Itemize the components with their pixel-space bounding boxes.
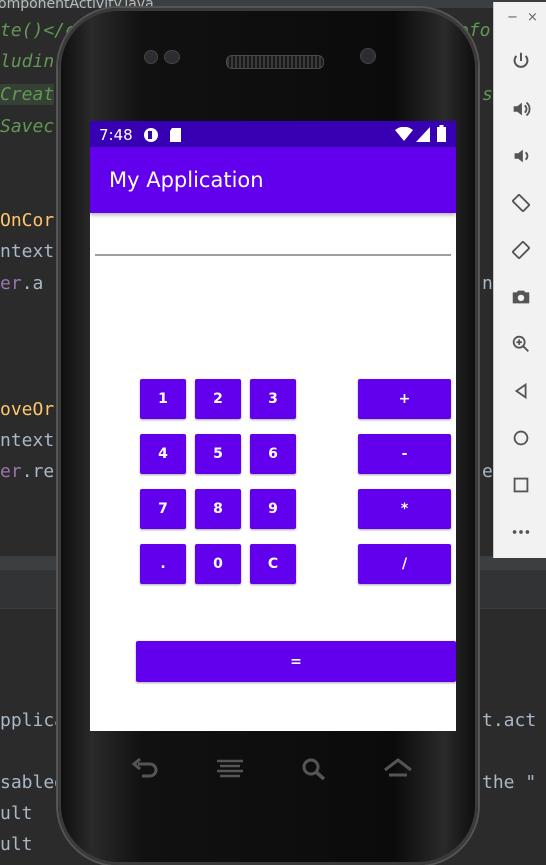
camera-icon[interactable] [508,284,534,310]
code-line: Savec [0,116,55,137]
back-icon[interactable] [508,378,534,404]
notification-icon [143,127,159,147]
power-icon[interactable] [508,48,534,74]
search-nav-icon[interactable] [296,753,332,785]
volume-down-icon[interactable] [508,143,534,169]
window-controls: − × [494,10,546,32]
app-title: My Application [109,168,264,192]
key-9-button[interactable]: 9 [250,489,296,529]
home-icon[interactable] [508,425,534,451]
code-line: te()</c [0,20,76,41]
home-nav-icon[interactable] [380,753,416,785]
code-fragment: n [482,273,493,294]
sd-card-icon [169,127,183,147]
key-0-button[interactable]: 0 [195,544,241,584]
clear-button[interactable]: C [250,544,296,584]
key-1-button[interactable]: 1 [140,379,186,419]
key-7-button[interactable]: 7 [140,489,186,529]
code-fragment: s [482,84,493,105]
log-line: pplica [0,710,66,731]
battery-icon [437,125,446,146]
close-button[interactable]: × [527,10,538,25]
display-underline [95,254,451,256]
emulator-toolbar: − × [493,2,546,558]
code-fragment: e [482,461,493,482]
zoom-icon[interactable] [508,331,534,357]
log-line: the " [482,772,537,793]
multiply-button[interactable]: * [358,489,451,529]
plus-button[interactable]: + [358,379,451,419]
key-dot-button[interactable]: . [140,544,186,584]
log-line: t.act [482,710,537,731]
log-line: ult [0,803,33,824]
code-line: OnCor [0,210,55,231]
log-line: ult [0,834,33,855]
front-sensor [144,50,158,64]
minus-button[interactable]: - [358,434,451,474]
key-2-button[interactable]: 2 [195,379,241,419]
key-3-button[interactable]: 3 [250,379,296,419]
code-token: .a [21,273,44,294]
key-4-button[interactable]: 4 [140,434,186,474]
device-screen: 7:48 My Application 1 2 3 4 5 6 7 8 9 . … [90,121,456,731]
code-line: oveOr [0,399,55,420]
code-line: ntext [0,430,55,451]
front-camera [360,48,376,64]
wifi-icon [395,126,413,146]
equals-button[interactable]: = [136,641,456,682]
code-line: Creat [0,84,55,105]
key-6-button[interactable]: 6 [250,434,296,474]
key-8-button[interactable]: 8 [195,489,241,529]
code-line: ludin [0,51,55,72]
code-line: ntext [0,241,55,262]
log-line: sabled [0,772,66,793]
code-token: .re [21,461,55,482]
code-token: er [0,273,22,294]
back-nav-icon[interactable] [126,753,162,785]
earpiece-speaker [226,55,324,69]
front-sensor [164,50,180,64]
rotate-right-icon[interactable] [508,237,534,263]
rotate-left-icon[interactable] [508,190,534,216]
code-line: er.a [0,273,43,294]
calculator-display[interactable] [95,221,451,255]
divide-button[interactable]: / [358,544,451,584]
status-bar: 7:48 [90,121,456,147]
code-token: er [0,461,22,482]
menu-nav-icon[interactable] [212,753,248,785]
key-5-button[interactable]: 5 [195,434,241,474]
code-line: er.re [0,461,54,482]
app-bar: My Application [90,147,456,213]
volume-up-icon[interactable] [508,96,534,122]
status-time: 7:48 [99,126,133,144]
more-icon[interactable] [508,519,534,545]
minimize-button[interactable]: − [507,10,518,25]
overview-icon[interactable] [508,472,534,498]
signal-icon [416,127,430,146]
